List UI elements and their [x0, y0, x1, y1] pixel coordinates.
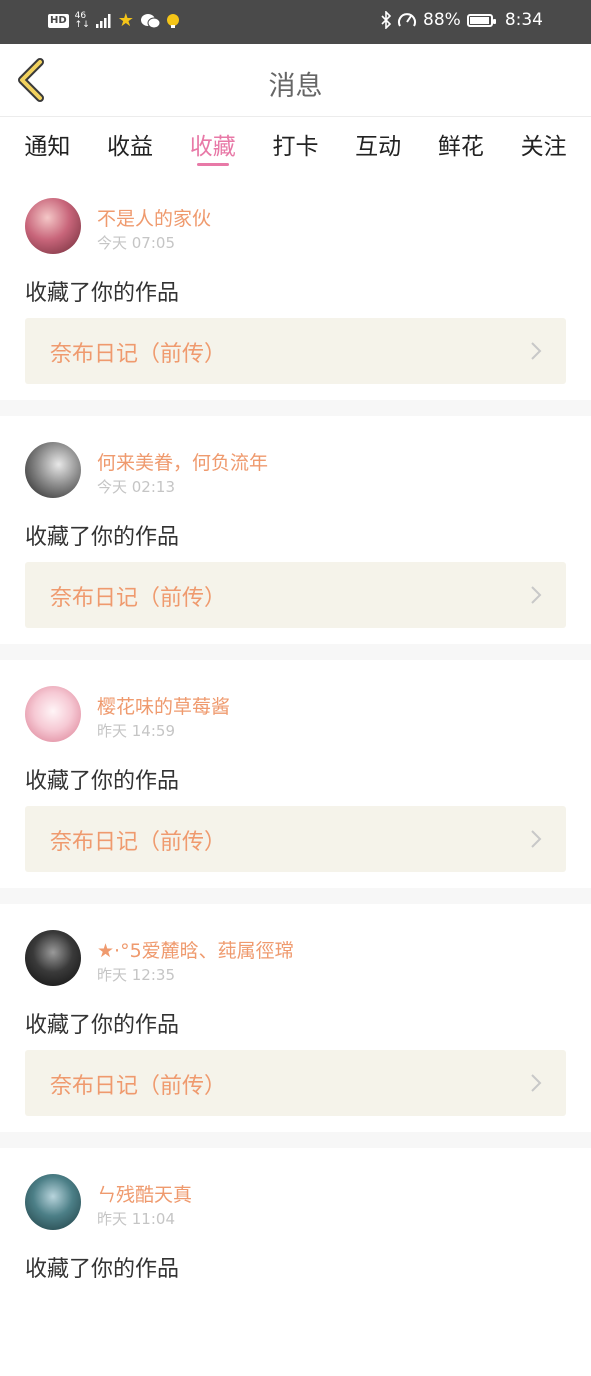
tab-favorites[interactable]: 收藏: [177, 117, 249, 172]
tab-bar: 通知 收益 收藏 打卡 互动 鲜花 关注: [0, 117, 591, 172]
work-title: 奈布日记（前传）: [50, 586, 227, 611]
status-bar: HD 46 ↑↓ ★ 88% 8:34: [0, 0, 591, 44]
avatar[interactable]: [25, 686, 81, 742]
user-name[interactable]: 不是人的家伙: [97, 204, 211, 231]
speed-icon: [398, 13, 417, 27]
bluetooth-icon: [381, 11, 392, 29]
user-name[interactable]: 何来美眷，何负流年: [97, 448, 268, 475]
chevron-right-icon: [531, 586, 542, 604]
tab-notifications[interactable]: 通知: [11, 117, 83, 172]
avatar[interactable]: [25, 1174, 81, 1230]
action-text: 收藏了你的作品: [25, 525, 180, 550]
message-card: 樱花味的草莓酱 昨天 14:59 收藏了你的作品 奈布日记（前传）: [0, 660, 591, 888]
message-time: 昨天 12:35: [97, 966, 175, 984]
divider: [0, 644, 591, 660]
status-left: HD 46 ↑↓ ★: [48, 10, 180, 31]
action-text: 收藏了你的作品: [25, 281, 180, 306]
avatar[interactable]: [25, 930, 81, 986]
divider: [0, 1132, 591, 1148]
work-link[interactable]: 奈布日记（前传）: [25, 1050, 566, 1116]
battery-percent: 88%: [423, 10, 461, 30]
avatar[interactable]: [25, 198, 81, 254]
message-card: 何来美眷，何负流年 今天 02:13 收藏了你的作品 奈布日记（前传）: [0, 416, 591, 644]
tab-earnings[interactable]: 收益: [94, 117, 166, 172]
status-right: 88% 8:34: [381, 10, 543, 30]
divider: [0, 400, 591, 416]
chevron-right-icon: [531, 830, 542, 848]
app-header: 消息: [0, 44, 591, 117]
tab-flowers[interactable]: 鲜花: [425, 117, 497, 172]
work-title: 奈布日记（前传）: [50, 1074, 227, 1099]
page-title: 消息: [268, 71, 323, 102]
user-name[interactable]: 樱花味的草莓酱: [97, 692, 230, 719]
message-time: 昨天 11:04: [97, 1210, 175, 1228]
action-text: 收藏了你的作品: [25, 1257, 180, 1282]
tab-follows[interactable]: 关注: [508, 117, 580, 172]
work-link[interactable]: 奈布日记（前传）: [25, 318, 566, 384]
divider: [0, 888, 591, 904]
user-name[interactable]: ㄣ残酷天真: [97, 1180, 192, 1207]
message-card: ㄣ残酷天真 昨天 11:04 收藏了你的作品: [0, 1148, 591, 1376]
network-arrows: ↑↓: [74, 19, 90, 30]
chevron-right-icon: [531, 1074, 542, 1092]
avatar[interactable]: [25, 442, 81, 498]
user-name[interactable]: ★·°5爱麓晗、莼属徑瑺: [97, 936, 294, 963]
clock: 8:34: [504, 10, 543, 30]
action-text: 收藏了你的作品: [25, 769, 180, 794]
message-time: 今天 02:13: [97, 478, 175, 496]
message-time: 今天 07:05: [97, 234, 175, 252]
battery-icon: [466, 13, 496, 27]
message-list: 不是人的家伙 今天 07:05 收藏了你的作品 奈布日记（前传） 何来美眷，何负…: [0, 172, 591, 1376]
network-type: 46 ↑↓: [74, 11, 90, 30]
hd-badge: HD: [48, 13, 69, 28]
message-time: 昨天 14:59: [97, 722, 175, 740]
message-card: 不是人的家伙 今天 07:05 收藏了你的作品 奈布日记（前传）: [0, 172, 591, 400]
chevron-right-icon: [531, 342, 542, 360]
work-title: 奈布日记（前传）: [50, 342, 227, 367]
star-icon: ★: [117, 10, 134, 31]
work-title: 奈布日记（前传）: [50, 830, 227, 855]
tab-interactions[interactable]: 互动: [342, 117, 414, 172]
work-link[interactable]: 奈布日记（前传）: [25, 562, 566, 628]
work-link[interactable]: 奈布日记（前传）: [25, 806, 566, 872]
message-card: ★·°5爱麓晗、莼属徑瑺 昨天 12:35 收藏了你的作品 奈布日记（前传）: [0, 904, 591, 1132]
tab-checkin[interactable]: 打卡: [259, 117, 331, 172]
signal-icon: [95, 13, 111, 28]
action-text: 收藏了你的作品: [25, 1013, 180, 1038]
wechat-icon: [140, 13, 160, 28]
notification-icon: [166, 13, 179, 28]
